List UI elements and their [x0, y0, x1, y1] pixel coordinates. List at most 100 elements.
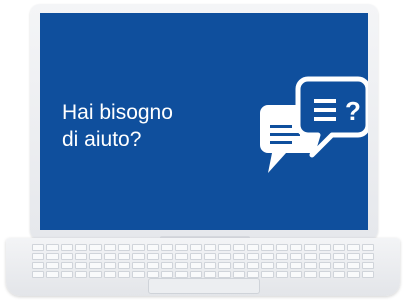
headline-line-2: di aiuto?: [62, 128, 142, 151]
keyboard-key: [261, 271, 274, 278]
keyboard-key: [146, 244, 159, 251]
keyboard-key: [275, 262, 288, 269]
keyboard-key: [218, 262, 231, 269]
keyboard-key: [175, 262, 188, 269]
keyboard-key: [304, 244, 317, 251]
keyboard-key: [332, 262, 346, 269]
chat-bubbles-question-icon: ?: [260, 76, 368, 173]
touchpad: [148, 278, 260, 294]
laptop-lid: Hai bisogno di aiuto? ?: [30, 4, 378, 240]
keyboard-key: [347, 271, 360, 278]
keyboard-key: [261, 253, 274, 260]
keyboard-key: [203, 262, 217, 269]
keyboard-key: [32, 262, 45, 269]
keyboard-key: [361, 253, 374, 260]
keyboard-key: [175, 253, 188, 260]
svg-text:?: ?: [345, 96, 361, 126]
keyboard-key: [304, 271, 317, 278]
keyboard-key: [332, 271, 346, 278]
keyboard-key: [289, 262, 303, 269]
keyboard-key: [74, 262, 88, 269]
keyboard-key: [189, 244, 202, 251]
keyboard-key: [175, 271, 188, 278]
keyboard-key: [218, 271, 231, 278]
keyboard-key: [74, 253, 88, 260]
keyboard-key: [261, 244, 274, 251]
keyboard-key: [232, 253, 245, 260]
keyboard-key: [232, 262, 245, 269]
keyboard-key: [189, 253, 202, 260]
keyboard-key: [175, 244, 188, 251]
keyboard-key: [332, 244, 346, 251]
keyboard-key: [160, 271, 174, 278]
keyboard-key: [74, 244, 88, 251]
keyboard-key: [146, 253, 159, 260]
keyboard-key: [318, 262, 331, 269]
keyboard-key: [275, 253, 288, 260]
keyboard-key: [318, 253, 331, 260]
laptop-screen: Hai bisogno di aiuto? ?: [40, 13, 368, 230]
keyboard-key: [203, 253, 217, 260]
keyboard-key: [232, 271, 245, 278]
keyboard-key: [246, 253, 260, 260]
keyboard-key: [304, 262, 317, 269]
keyboard-key: [132, 271, 145, 278]
keyboard-key: [146, 271, 159, 278]
keyboard-key: [132, 262, 145, 269]
keyboard-key: [32, 271, 45, 278]
keyboard-key: [117, 271, 131, 278]
keyboard-key: [361, 271, 374, 278]
keyboard-key: [103, 262, 116, 269]
keyboard-key: [189, 271, 202, 278]
keyboard-key: [275, 271, 288, 278]
keyboard-key: [261, 262, 274, 269]
keyboard-key: [304, 253, 317, 260]
keyboard-key: [332, 253, 346, 260]
keyboard-key: [347, 244, 360, 251]
keyboard-key: [160, 244, 174, 251]
keyboard-key: [318, 244, 331, 251]
keyboard-key: [160, 262, 174, 269]
keyboard-key: [46, 253, 59, 260]
keyboard-key: [318, 271, 331, 278]
keyboard-key: [89, 253, 102, 260]
keyboard-key: [103, 271, 116, 278]
keyboard-key: [60, 244, 73, 251]
keyboard-key: [103, 253, 116, 260]
keyboard-key: [89, 244, 102, 251]
keyboard-key: [289, 271, 303, 278]
keyboard-key: [289, 253, 303, 260]
keyboard-key: [246, 244, 260, 251]
keyboard-key: [347, 253, 360, 260]
keyboard-key: [160, 253, 174, 260]
keyboard-key: [361, 244, 374, 251]
keyboard-key: [132, 244, 145, 251]
keyboard-key: [89, 271, 102, 278]
keyboard-key: [203, 244, 217, 251]
keyboard-key: [246, 271, 260, 278]
keyboard: [32, 244, 374, 278]
keyboard-key: [189, 262, 202, 269]
keyboard-key: [289, 244, 303, 251]
keyboard-key: [74, 271, 88, 278]
headline-line-1: Hai bisogno: [62, 101, 173, 124]
keyboard-key: [218, 253, 231, 260]
keyboard-key: [146, 262, 159, 269]
keyboard-key: [46, 244, 59, 251]
keyboard-key: [246, 262, 260, 269]
keyboard-key: [117, 253, 131, 260]
keyboard-key: [275, 244, 288, 251]
keyboard-key: [60, 253, 73, 260]
keyboard-key: [46, 262, 59, 269]
keyboard-key: [60, 262, 73, 269]
keyboard-key: [232, 244, 245, 251]
keyboard-key: [89, 262, 102, 269]
keyboard-key: [117, 244, 131, 251]
keyboard-key: [32, 253, 45, 260]
keyboard-key: [60, 271, 73, 278]
keyboard-key: [103, 244, 116, 251]
laptop-base: [6, 238, 400, 300]
keyboard-key: [203, 271, 217, 278]
keyboard-key: [218, 244, 231, 251]
keyboard-key: [117, 262, 131, 269]
